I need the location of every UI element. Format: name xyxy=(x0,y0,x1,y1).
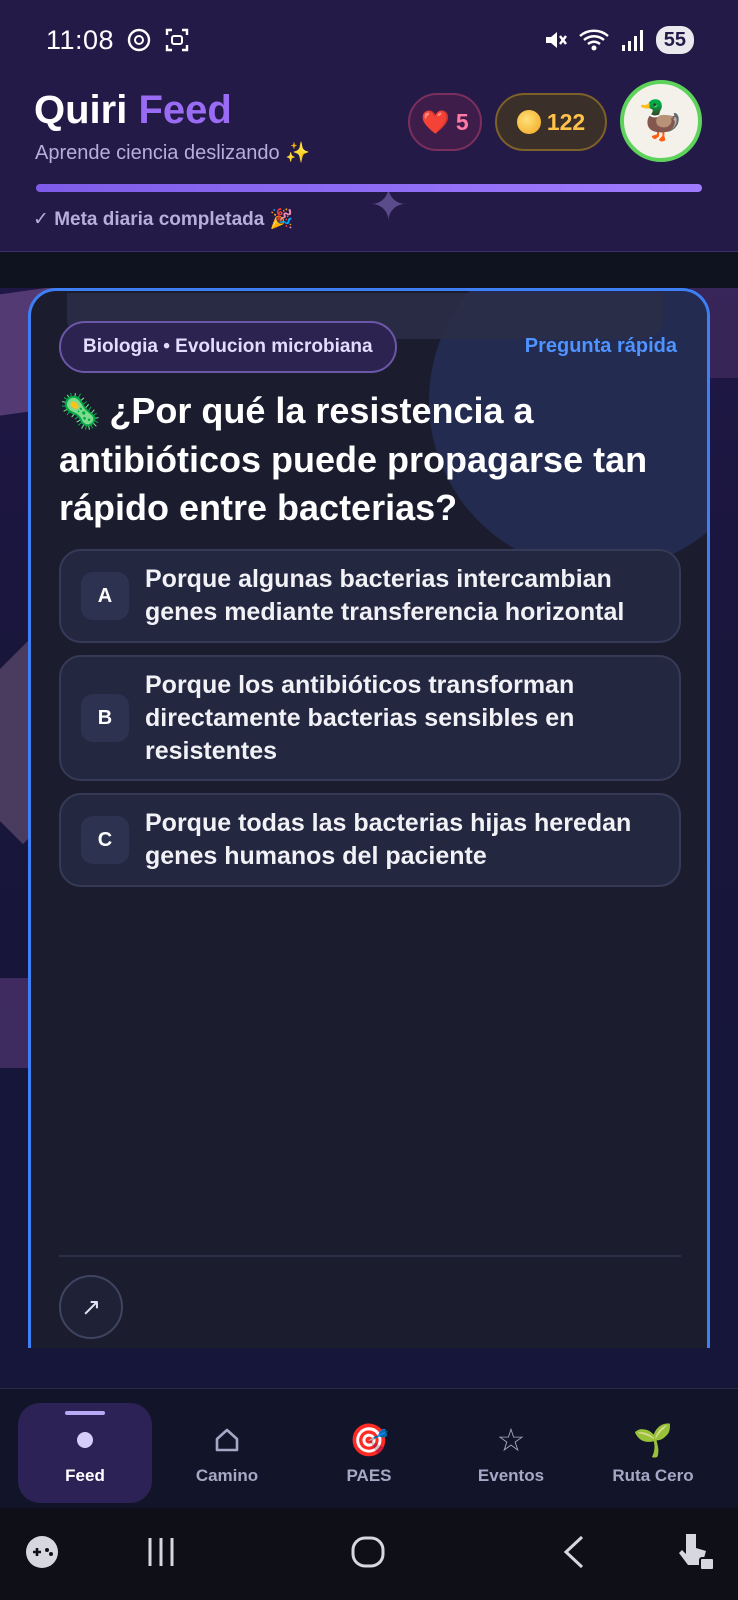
brand-title: Quiri Feed xyxy=(34,88,232,133)
wifi-icon xyxy=(578,27,610,53)
option-text: Porque los antibióticos transforman dire… xyxy=(145,670,575,765)
daily-progress-fill xyxy=(36,184,702,192)
option-text: Porque algunas bacterias intercambian ge… xyxy=(145,565,625,626)
status-bar: 11:08 55 xyxy=(0,0,738,80)
card-divider xyxy=(59,1255,681,1257)
brand-part-1: Quiri xyxy=(34,88,128,132)
coins-value: 122 xyxy=(546,108,586,135)
brand-part-2: Feed xyxy=(138,88,232,132)
option-b[interactable]: B Porque los antibióticos transforman di… xyxy=(59,655,681,781)
avatar[interactable]: 🦆 xyxy=(620,80,702,162)
microbe-icon: 🦠 xyxy=(59,393,102,431)
heart-icon: ❤️ xyxy=(421,108,450,135)
option-a[interactable]: A Porque algunas bacterias intercambian … xyxy=(59,549,681,643)
battery-badge: 55 xyxy=(655,26,694,54)
hearts-value: 5 xyxy=(455,108,469,135)
nav-item-paes[interactable]: 🎯 PAES xyxy=(302,1403,436,1503)
touch-lock-icon[interactable] xyxy=(676,1530,716,1583)
star-icon: ☆ xyxy=(496,1422,526,1458)
coins-counter[interactable]: 122 xyxy=(495,93,607,151)
quick-question-label: Pregunta rápida xyxy=(524,335,677,357)
share-button[interactable]: ↗ xyxy=(59,1275,123,1339)
status-time: 11:08 xyxy=(46,24,115,55)
active-indicator xyxy=(65,1411,105,1415)
gamepad-icon[interactable] xyxy=(24,1534,60,1579)
question-body: ¿Por qué la resistencia a antibióticos p… xyxy=(59,390,648,528)
signal-icon xyxy=(620,27,646,53)
nav-item-eventos[interactable]: ☆ Eventos xyxy=(444,1403,578,1503)
option-letter: A xyxy=(81,572,129,620)
option-letter: C xyxy=(81,816,129,864)
openai-icon xyxy=(126,27,152,53)
target-icon: 🎯 xyxy=(349,1422,389,1458)
duck-icon: 🦆 xyxy=(637,100,685,142)
topic-tag: Biologia • Evolucion microbiana xyxy=(59,321,397,373)
nav-item-feed[interactable]: Feed xyxy=(18,1403,152,1503)
screenshot-icon xyxy=(164,27,190,53)
question-card: Biologia • Evolucion microbiana Pregunta… xyxy=(28,288,710,1348)
hearts-counter[interactable]: ❤️ 5 xyxy=(408,93,482,151)
tagline: Aprende ciencia deslizando ✨ xyxy=(35,142,311,164)
coin-icon xyxy=(516,110,541,134)
app-header: Quiri Feed Aprende ciencia deslizando ✨ … xyxy=(0,80,738,252)
nav-item-ruta-cero[interactable]: 🌱 Ruta Cero xyxy=(586,1403,720,1503)
dot-icon xyxy=(77,1420,93,1460)
daily-progress-bar xyxy=(36,184,702,192)
background-strip xyxy=(0,252,738,288)
nav-label: Feed xyxy=(65,1466,105,1485)
nav-item-camino[interactable]: Camino xyxy=(160,1403,294,1503)
nav-label: Eventos xyxy=(477,1466,545,1485)
bottom-nav: Feed Camino 🎯 PAES ☆ Eventos 🌱 Ruta Cero xyxy=(0,1388,738,1508)
option-c[interactable]: C Porque todas las bacterias hijas hered… xyxy=(59,793,681,887)
recents-button[interactable] xyxy=(146,1534,176,1579)
question-text: 🦠 ¿Por qué la resistencia a antibióticos … xyxy=(59,387,679,532)
system-nav-bar xyxy=(0,1508,738,1600)
option-letter: B xyxy=(81,694,129,742)
home-button[interactable] xyxy=(350,1534,386,1579)
nav-label: PAES xyxy=(346,1466,392,1485)
nav-label: Camino xyxy=(195,1466,259,1485)
mute-icon xyxy=(542,27,568,53)
daily-goal-status: ✓ Meta diaria completada 🎉 xyxy=(33,209,294,230)
nav-label: Ruta Cero xyxy=(612,1466,694,1485)
seedling-icon: 🌱 xyxy=(633,1422,673,1458)
back-button[interactable] xyxy=(560,1534,588,1579)
home-icon xyxy=(213,1420,241,1460)
option-text: Porque todas las bacterias hijas heredan… xyxy=(145,809,632,870)
arrow-up-right-icon: ↗ xyxy=(80,1293,102,1321)
